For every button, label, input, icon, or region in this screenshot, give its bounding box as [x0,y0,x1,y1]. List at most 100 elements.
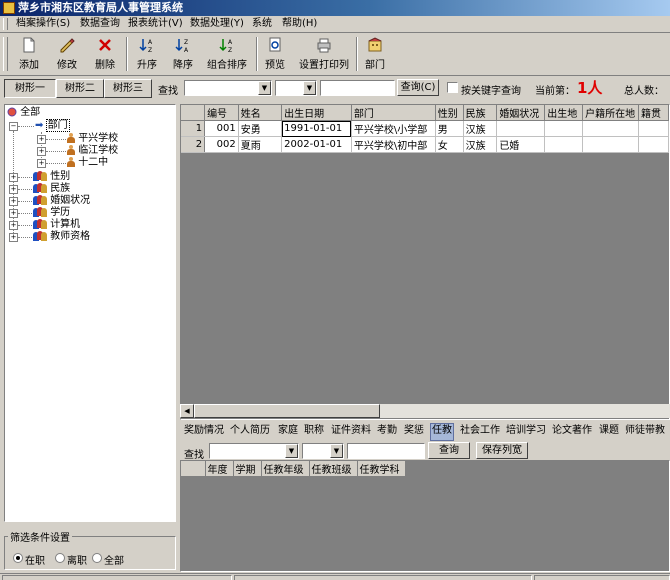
expand-icon[interactable]: + [9,197,18,206]
horizontal-scrollbar[interactable]: ◀ [180,404,670,418]
column-header[interactable]: 婚姻状况 [496,105,546,121]
tree-node-marital[interactable]: 婚姻状况 [33,195,90,207]
column-header[interactable]: 姓名 [238,105,283,121]
menu-data[interactable]: 数据处理(Y) [188,16,246,32]
cell-birthplace[interactable] [544,136,584,153]
menu-report[interactable]: 报表统计(V) [126,16,185,32]
expand-icon[interactable]: + [9,173,18,182]
combined-sort-button[interactable]: AZ 组合排序 [204,35,250,73]
chevron-down-icon[interactable]: ▼ [258,81,271,95]
query-button[interactable]: 查询(C) [397,79,439,96]
cell-household[interactable] [582,120,640,137]
cell-household[interactable] [582,136,640,153]
cell-sex[interactable]: 男 [435,120,464,137]
expand-icon[interactable]: + [9,185,18,194]
tab-resume[interactable]: 个人简历 [230,423,270,439]
column-header[interactable]: 民族 [463,105,498,121]
tree-node-gender[interactable]: 性别 [33,171,70,183]
tree-root[interactable]: 全部 [7,107,40,119]
tab-papers[interactable]: 论文著作 [552,423,592,439]
cell-native[interactable] [638,120,669,137]
column-header[interactable]: 籍贯 [638,105,669,121]
tab-documents[interactable]: 证件资料 [331,423,371,439]
tree-node-school-1[interactable]: 平兴学校 [67,133,118,145]
search-field-combo[interactable]: ▼ [184,80,272,96]
detail-search-input[interactable] [347,443,425,459]
detail-operator-combo[interactable]: ▼ [302,443,344,459]
detail-field-combo[interactable]: ▼ [209,443,299,459]
save-column-width-button[interactable]: 保存列宽 [476,442,528,459]
print-columns-button[interactable]: 设置打印列 [296,35,352,73]
department-button[interactable]: 部门 [362,35,388,73]
tab-title[interactable]: 职称 [304,423,324,439]
cell-native[interactable] [638,136,669,153]
cell-marriage[interactable] [496,120,546,137]
tab-training[interactable]: 培训学习 [506,423,546,439]
tab-social-work[interactable]: 社会工作 [460,423,500,439]
preview-button[interactable]: 预览 [260,35,290,73]
column-header[interactable]: 性别 [435,105,464,121]
keyword-checkbox[interactable] [447,82,458,93]
expand-icon[interactable]: + [37,159,46,168]
search-operator-combo[interactable]: ▼ [275,80,317,96]
column-header[interactable]: 出生地 [544,105,584,121]
cell-birth[interactable]: 2002-01-01 [281,136,352,153]
radio-left[interactable] [55,553,65,563]
table-row[interactable]: 2 002 夏雨 2002-01-01 平兴学校\初中部 女 汉族 已婚 [181,136,669,153]
column-header[interactable]: 年度 [205,461,234,477]
tree-node-school-2[interactable]: 临江学校 [67,145,118,157]
cell-birthplace[interactable] [544,120,584,137]
cell-id[interactable]: 001 [204,120,239,137]
cell-nation[interactable]: 汉族 [463,120,498,137]
sort-desc-button[interactable]: ZA 降序 [166,35,200,73]
column-header[interactable]: 出生日期 [281,105,352,121]
tree-node-computer[interactable]: 计算机 [33,219,80,231]
tree-node-dept[interactable]: ➡ 部门 [35,119,70,132]
menu-file[interactable]: 档案操作(S) [14,16,72,32]
tab-awards[interactable]: 奖惩 [404,423,424,439]
column-header[interactable]: 任教年级 [261,461,310,477]
column-header[interactable]: 编号 [204,105,239,121]
chevron-down-icon[interactable]: ▼ [285,444,298,458]
cell-name[interactable]: 安勇 [238,120,283,137]
cell-birth[interactable]: 1991-01-01 [281,120,352,137]
column-header[interactable]: 户籍所在地 [582,105,640,121]
menu-query[interactable]: 数据查询 [78,16,122,32]
table-row[interactable]: 1 001 安勇 1991-01-01 平兴学校\小学部 男 汉族 [181,120,669,137]
column-header[interactable]: 任教班级 [309,461,358,477]
radio-all[interactable] [92,553,102,563]
cell-nation[interactable]: 汉族 [463,136,498,153]
search-input[interactable] [320,80,395,96]
tree-node-education[interactable]: 学历 [33,207,70,219]
tab-attendance[interactable]: 考勤 [377,423,397,439]
tree-node-ethnicity[interactable]: 民族 [33,183,70,195]
cell-dept[interactable]: 平兴学校\小学部 [351,120,436,137]
delete-button[interactable]: 删除 [88,35,122,73]
radio-active[interactable] [13,553,23,563]
expand-icon[interactable]: + [9,233,18,242]
tab-tree-3[interactable]: 树形三 [104,79,152,98]
tab-tree-1[interactable]: 树形一 [4,79,56,98]
chevron-down-icon[interactable]: ▼ [330,444,343,458]
column-header[interactable]: 部门 [351,105,436,121]
tree-node-teacher-cert[interactable]: 教师资格 [33,231,90,243]
edit-button[interactable]: 修改 [50,35,84,73]
tab-projects[interactable]: 课题 [599,423,619,439]
tree-node-school-3[interactable]: 十二中 [67,157,108,169]
cell-sex[interactable]: 女 [435,136,464,153]
scroll-left-icon[interactable]: ◀ [180,404,194,418]
tab-teaching[interactable]: 任教 [430,423,454,441]
expand-icon[interactable]: + [9,221,18,230]
expand-icon[interactable]: + [37,135,46,144]
collapse-icon[interactable]: − [9,122,18,131]
cell-marriage[interactable]: 已婚 [496,136,546,153]
sort-asc-button[interactable]: AZ 升序 [130,35,164,73]
menu-system[interactable]: 系统 [250,16,274,32]
scroll-thumb[interactable] [194,404,380,418]
tab-mentoring[interactable]: 师徒带教 [625,423,665,439]
column-header[interactable]: 学期 [233,461,262,477]
add-button[interactable]: 添加 [12,35,46,73]
cell-name[interactable]: 夏雨 [238,136,283,153]
menu-help[interactable]: 帮助(H) [280,16,319,32]
expand-icon[interactable]: + [37,147,46,156]
